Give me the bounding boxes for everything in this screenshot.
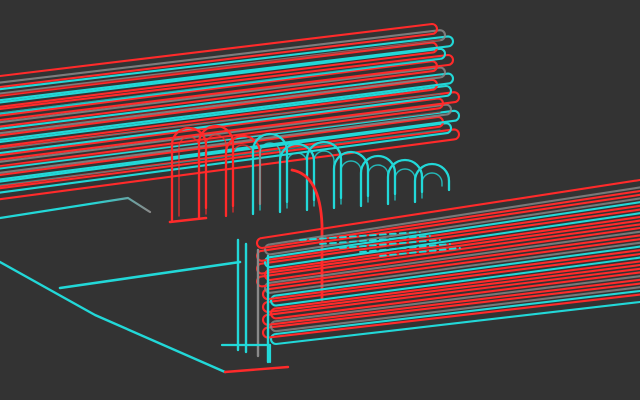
support-post-foot: [256, 358, 260, 362]
floor-frame-left-edge: [0, 260, 227, 374]
vertical-loop: [413, 162, 451, 204]
loop-joint: [420, 204, 424, 208]
vertical-loop-inner: [421, 172, 443, 199]
vertical-loop-inner: [340, 160, 362, 205]
3d-viewport[interactable]: [0, 0, 640, 400]
loop-base-rail: [168, 216, 208, 224]
support-post-foot: [236, 352, 240, 356]
loop-joint: [393, 200, 397, 204]
floor-frame-front-edge: [223, 365, 290, 374]
vertical-loop-inner: [367, 164, 389, 203]
floor-frame-mid-line: [58, 260, 242, 290]
floor-frame-back-edge: [0, 196, 152, 220]
vertical-loop-inner: [394, 168, 416, 201]
upper-tube-bundle: [0, 22, 460, 201]
pipe-render-scene: [0, 22, 640, 374]
upper-tube-shadow: [0, 75, 441, 132]
support-post-foot: [244, 354, 248, 358]
